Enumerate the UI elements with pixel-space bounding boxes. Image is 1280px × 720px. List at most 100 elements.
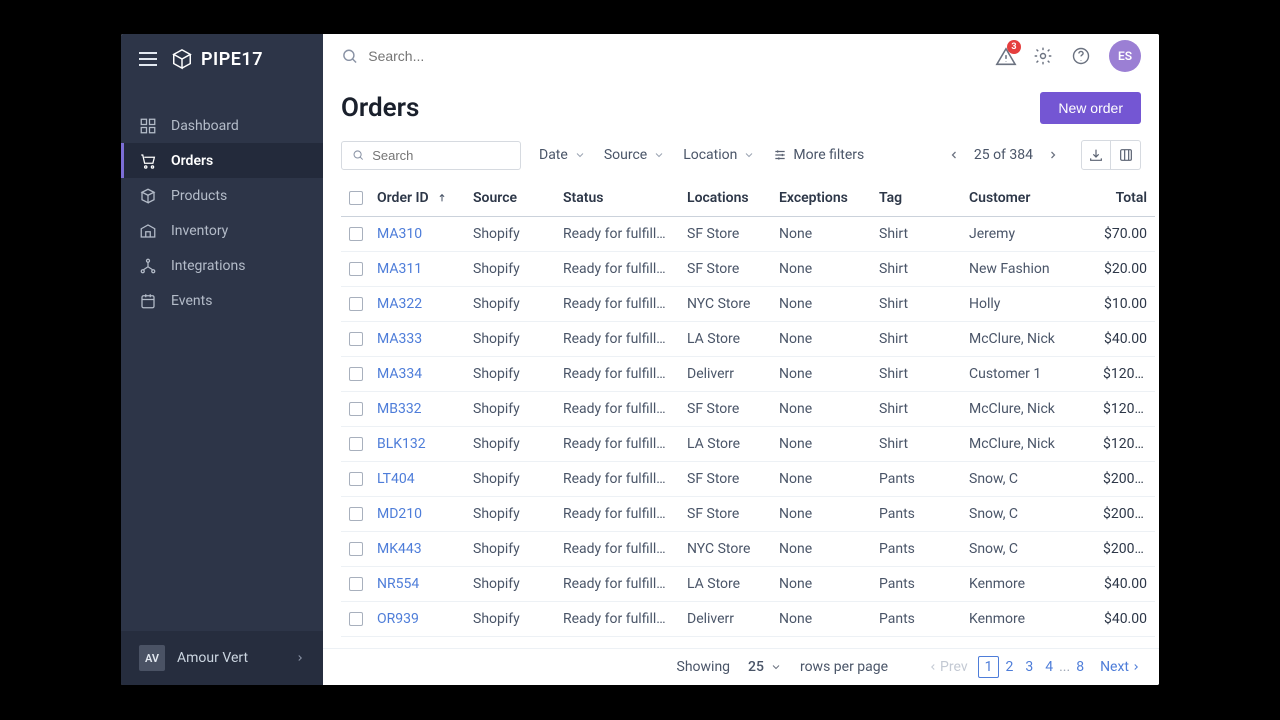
export-button[interactable] (1081, 140, 1111, 170)
filter-more[interactable]: More filters (773, 147, 864, 163)
cell-order-id[interactable]: MA334 (369, 357, 465, 392)
filter-source[interactable]: Source (604, 147, 665, 163)
row-checkbox[interactable] (349, 367, 363, 381)
row-checkbox[interactable] (349, 402, 363, 416)
col-tag[interactable]: Tag (871, 180, 961, 217)
page-number[interactable]: 4 (1039, 657, 1059, 677)
table-row[interactable]: MA333 Shopify Ready for fulfillment LA S… (341, 322, 1155, 357)
cell-status: Ready for fulfillment (555, 322, 679, 357)
row-checkbox[interactable] (349, 297, 363, 311)
col-locations[interactable]: Locations (679, 180, 771, 217)
cell-tag: Shirt (871, 217, 961, 252)
table-row[interactable]: MA310 Shopify Ready for fulfillment SF S… (341, 217, 1155, 252)
table-footer: Showing 25 rows per page Prev 1234...8 N… (323, 648, 1159, 685)
col-customer[interactable]: Customer (961, 180, 1095, 217)
page-number[interactable]: 3 (1019, 657, 1039, 677)
row-checkbox[interactable] (349, 437, 363, 451)
cell-exception: None (771, 497, 871, 532)
page-number[interactable]: 2 (999, 657, 1019, 677)
cell-total: $200.00 (1095, 462, 1155, 497)
row-checkbox[interactable] (349, 472, 363, 486)
range-prev[interactable] (944, 144, 964, 166)
col-status[interactable]: Status (555, 180, 679, 217)
sidebar-item-integrations[interactable]: Integrations (121, 248, 323, 283)
columns-icon (1118, 147, 1134, 163)
table-search-input[interactable] (372, 148, 510, 163)
page-number[interactable]: 1 (978, 656, 1000, 678)
sort-asc-icon (437, 191, 447, 205)
help-icon (1071, 46, 1091, 66)
cell-order-id[interactable]: MB332 (369, 392, 465, 427)
cell-order-id[interactable]: OR939 (369, 602, 465, 637)
cell-order-id[interactable]: MD210 (369, 497, 465, 532)
cell-status: Ready for fulfillment (555, 252, 679, 287)
range-next[interactable] (1043, 144, 1063, 166)
table-row[interactable]: BLK132 Shopify Ready for fulfillment LA … (341, 427, 1155, 462)
menu-toggle-icon[interactable] (139, 52, 157, 66)
row-checkbox[interactable] (349, 262, 363, 276)
table-row[interactable]: MA322 Shopify Ready for fulfillment NYC … (341, 287, 1155, 322)
sidebar-item-inventory[interactable]: Inventory (121, 213, 323, 248)
cell-order-id[interactable]: MK443 (369, 532, 465, 567)
cell-source: Shopify (465, 287, 555, 322)
cell-customer: Snow, C (961, 462, 1095, 497)
cell-total: $40.00 (1095, 322, 1155, 357)
org-switcher[interactable]: AV Amour Vert (121, 631, 323, 685)
orders-table: Order ID Source Status Locations Excepti… (341, 180, 1155, 637)
select-all-checkbox[interactable] (349, 191, 363, 205)
table-row[interactable]: OR939 Shopify Ready for fulfillment Deli… (341, 602, 1155, 637)
filter-location[interactable]: Location (683, 147, 755, 163)
cell-order-id[interactable]: MA333 (369, 322, 465, 357)
cell-exception: None (771, 357, 871, 392)
nav-label: Events (171, 293, 212, 309)
page-number[interactable]: 8 (1070, 657, 1090, 677)
col-exceptions[interactable]: Exceptions (771, 180, 871, 217)
table-row[interactable]: MB332 Shopify Ready for fulfillment SF S… (341, 392, 1155, 427)
col-source[interactable]: Source (465, 180, 555, 217)
row-checkbox[interactable] (349, 542, 363, 556)
col-order-id[interactable]: Order ID (369, 180, 465, 217)
row-checkbox[interactable] (349, 227, 363, 241)
new-order-button[interactable]: New order (1040, 92, 1141, 124)
row-checkbox[interactable] (349, 612, 363, 626)
table-row[interactable]: MK443 Shopify Ready for fulfillment NYC … (341, 532, 1155, 567)
cell-order-id[interactable]: LT404 (369, 462, 465, 497)
cell-customer: Kenmore (961, 602, 1095, 637)
row-checkbox[interactable] (349, 332, 363, 346)
sidebar-item-orders[interactable]: Orders (121, 143, 323, 178)
cell-order-id[interactable]: MA311 (369, 252, 465, 287)
col-total[interactable]: Total (1095, 180, 1155, 217)
cell-location: SF Store (679, 392, 771, 427)
rows-per-page[interactable]: Showing 25 rows per page (677, 659, 889, 675)
page-number: ... (1059, 659, 1070, 675)
page-next[interactable]: Next (1100, 659, 1141, 675)
cell-location: SF Store (679, 217, 771, 252)
cell-order-id[interactable]: NR554 (369, 567, 465, 602)
cell-order-id[interactable]: MA322 (369, 287, 465, 322)
cell-customer: Kenmore (961, 567, 1095, 602)
cell-source: Shopify (465, 462, 555, 497)
sidebar-item-dashboard[interactable]: Dashboard (121, 108, 323, 143)
help-button[interactable] (1071, 46, 1091, 66)
global-search[interactable] (341, 47, 981, 65)
columns-button[interactable] (1111, 140, 1141, 170)
cell-customer: McClure, Nick (961, 427, 1095, 462)
settings-button[interactable] (1033, 46, 1053, 66)
row-checkbox[interactable] (349, 507, 363, 521)
table-search[interactable] (341, 141, 521, 170)
table-row[interactable]: MA334 Shopify Ready for fulfillment Deli… (341, 357, 1155, 392)
table-row[interactable]: MD210 Shopify Ready for fulfillment SF S… (341, 497, 1155, 532)
alerts-button[interactable]: 3 (995, 46, 1015, 66)
cell-order-id[interactable]: MA310 (369, 217, 465, 252)
sidebar-item-products[interactable]: Products (121, 178, 323, 213)
table-row[interactable]: NR554 Shopify Ready for fulfillment LA S… (341, 567, 1155, 602)
filter-date[interactable]: Date (539, 147, 586, 163)
table-row[interactable]: LT404 Shopify Ready for fulfillment SF S… (341, 462, 1155, 497)
cell-order-id[interactable]: BLK132 (369, 427, 465, 462)
table-row[interactable]: MA311 Shopify Ready for fulfillment SF S… (341, 252, 1155, 287)
nav-label: Products (171, 188, 227, 204)
sidebar-item-events[interactable]: Events (121, 283, 323, 318)
global-search-input[interactable] (368, 48, 981, 64)
user-avatar[interactable]: ES (1109, 40, 1141, 72)
row-checkbox[interactable] (349, 577, 363, 591)
